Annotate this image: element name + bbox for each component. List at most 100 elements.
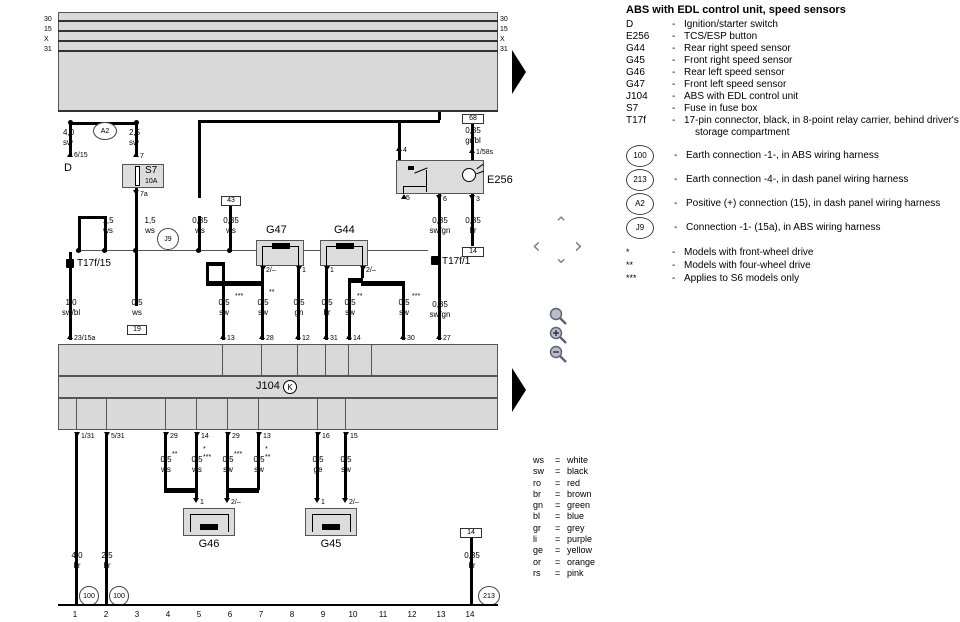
wire-label-g46-w4-color: sw xyxy=(254,465,264,474)
wire-label-1-5-ws-b-color: ws xyxy=(103,226,113,235)
zoom-out-button[interactable] xyxy=(548,344,568,364)
splice-badge-213: 213 xyxy=(478,586,500,606)
pan-right-button[interactable]: › xyxy=(574,236,583,258)
legend-key-g45: G45 xyxy=(626,55,645,66)
wire-label-0-5-sw-14-color: sw xyxy=(345,308,355,317)
zoom-reset-button[interactable] xyxy=(548,306,568,326)
page-link-arrow-top[interactable] xyxy=(512,50,526,94)
terminal-mark-cu-31 xyxy=(323,334,329,339)
wire-label-2-5-sw-size: 2,5 xyxy=(129,128,141,137)
cu-trace-12 xyxy=(297,344,298,376)
wire-label-0-5-sw-30-size: 0,5 xyxy=(398,298,410,307)
pan-up-button[interactable]: ⌃ xyxy=(554,216,568,233)
legend-dash: - xyxy=(672,43,676,54)
legend-item-g46: G46 - Rear left speed sensor xyxy=(626,67,960,79)
terminal-label-cu-13-bottom: 13 xyxy=(263,433,271,440)
jump-box-19[interactable]: 19 xyxy=(127,325,147,335)
color-key-code-or: or xyxy=(533,556,542,567)
color-key-eq: = xyxy=(555,477,561,488)
wire-label-1-5-ws-a-color: ws xyxy=(145,226,155,235)
color-key-name-br: brown xyxy=(567,488,592,499)
splice-badge-100-b-label: 100 xyxy=(113,593,125,600)
color-key-eq: = xyxy=(555,556,561,567)
color-key-row-br: br = brown xyxy=(533,489,595,500)
legend-footnote-text-2: Models with four-wheel drive xyxy=(684,260,811,271)
bus-label-right-15: 15 xyxy=(500,26,508,33)
bus-label-right-31: 31 xyxy=(500,46,508,53)
terminal-label-6-15: 6/15 xyxy=(74,152,88,159)
page-link-arrow-bottom[interactable] xyxy=(512,368,526,412)
legend-dash: - xyxy=(672,19,676,30)
cu-trace-b-15 xyxy=(345,398,346,430)
rail-dot-1 xyxy=(76,248,81,253)
splice-badge-100-b: 100 xyxy=(109,586,129,606)
legend-footnote-1: * - Models with front-wheel drive xyxy=(626,246,960,259)
scale-tick-8: 8 xyxy=(289,610,295,619)
splice-badge-213-legend-label: 213 xyxy=(633,175,647,184)
legend-dash: - xyxy=(674,174,678,185)
wire-g47-pin2-stub xyxy=(261,266,264,278)
wire-e256-top-run xyxy=(198,120,440,123)
splice-badge-213-legend: 213 xyxy=(626,169,654,191)
bus-label-left-30: 30 xyxy=(44,16,52,23)
fuse-s7-body xyxy=(122,164,164,188)
zoom-in-button[interactable] xyxy=(548,325,568,345)
jump-box-43[interactable]: 43 xyxy=(221,196,241,206)
wire-g46-w1-elbow xyxy=(164,488,195,493)
wire-label-2-5-br-size: 2,5 xyxy=(101,551,113,560)
legend-key-t17f: T17f xyxy=(626,115,647,126)
color-key-eq: = xyxy=(555,511,561,522)
legend-footnote-2: ** - Models with four-wheel drive xyxy=(626,259,960,272)
legend-footnote-mark-2: ** xyxy=(626,260,634,270)
color-key-row-gr: gr = grey xyxy=(533,523,595,534)
splice-badge-100-a: 100 xyxy=(79,586,99,606)
esp-switch-pin5-stem xyxy=(403,186,404,194)
cu-trace-b-13 xyxy=(258,398,259,430)
scale-tick-1: 1 xyxy=(72,610,78,619)
cu-trace-b-29a xyxy=(165,398,166,430)
bus-line-x xyxy=(58,40,498,42)
sensor-g46-loop-right xyxy=(228,514,229,532)
legend-footnote-3: *** - Applies to S6 models only xyxy=(626,272,960,285)
terminal-label-g46-pin1: 1 xyxy=(200,499,204,506)
terminal-label-cu-31: 31 xyxy=(330,335,338,342)
pan-down-button[interactable]: ⌄ xyxy=(554,250,568,267)
esp-switch-stem xyxy=(426,170,427,192)
sensor-label-g47-text: G47 xyxy=(266,224,287,236)
wire-label-1-0-swbl-size: 1,0 xyxy=(65,298,77,307)
wire-label-0-35-grbl-color: gr/bl xyxy=(465,136,481,145)
terminal-label-fuse-7: 7 xyxy=(140,153,144,160)
legend-text-e256: TCS/ESP button xyxy=(684,31,758,42)
legend-connection-100: 100 - Earth connection -1-, in ABS wirin… xyxy=(626,144,960,168)
fuse-label-rating: 10A xyxy=(145,178,158,185)
pan-left-button[interactable]: ‹ xyxy=(532,236,541,258)
terminal-label-cu-5-31: 5/31 xyxy=(111,433,125,440)
terminal-mark-g45-pin1 xyxy=(314,498,320,503)
wire-marks-30: *** xyxy=(412,293,421,300)
scale-tick-3: 3 xyxy=(134,610,140,619)
wire-g46-w4-elbow xyxy=(228,488,259,493)
legend-footnote-mark-3: *** xyxy=(626,273,637,283)
jump-box-14-lower[interactable]: 14 xyxy=(460,528,482,538)
color-key-eq: = xyxy=(555,488,561,499)
connector-label-t17f-15: T17f/15 xyxy=(77,258,111,269)
splice-badge-j9-label: J9 xyxy=(164,236,172,243)
sensor-label-g47: G47 xyxy=(266,224,287,236)
color-key-code-li: li xyxy=(533,534,537,545)
wire-label-g46-w2-color: ws xyxy=(192,465,202,474)
color-key-row-gn: gn = green xyxy=(533,500,595,511)
color-key-eq: = xyxy=(555,522,561,533)
wire-2-5-br-earth xyxy=(105,432,108,604)
fuse-label-s7: S7 xyxy=(145,165,158,176)
pan-control-pad[interactable]: ⌃ ‹ › ⌄ xyxy=(530,216,594,276)
terminal-label-g45-pin2: 2/– xyxy=(349,499,359,506)
color-key-row-rs: rs = pink xyxy=(533,568,595,579)
jump-box-14-upper[interactable]: 14 xyxy=(462,247,484,257)
legend-dash: - xyxy=(672,103,676,114)
legend-dash: - xyxy=(672,115,676,126)
jump-box-68[interactable]: 68 xyxy=(462,114,484,124)
color-key-name-sw: black xyxy=(567,466,589,477)
sensor-g46-core xyxy=(200,524,218,530)
cu-trace-14 xyxy=(348,344,349,376)
terminal-label-cu-15: 15 xyxy=(350,433,358,440)
